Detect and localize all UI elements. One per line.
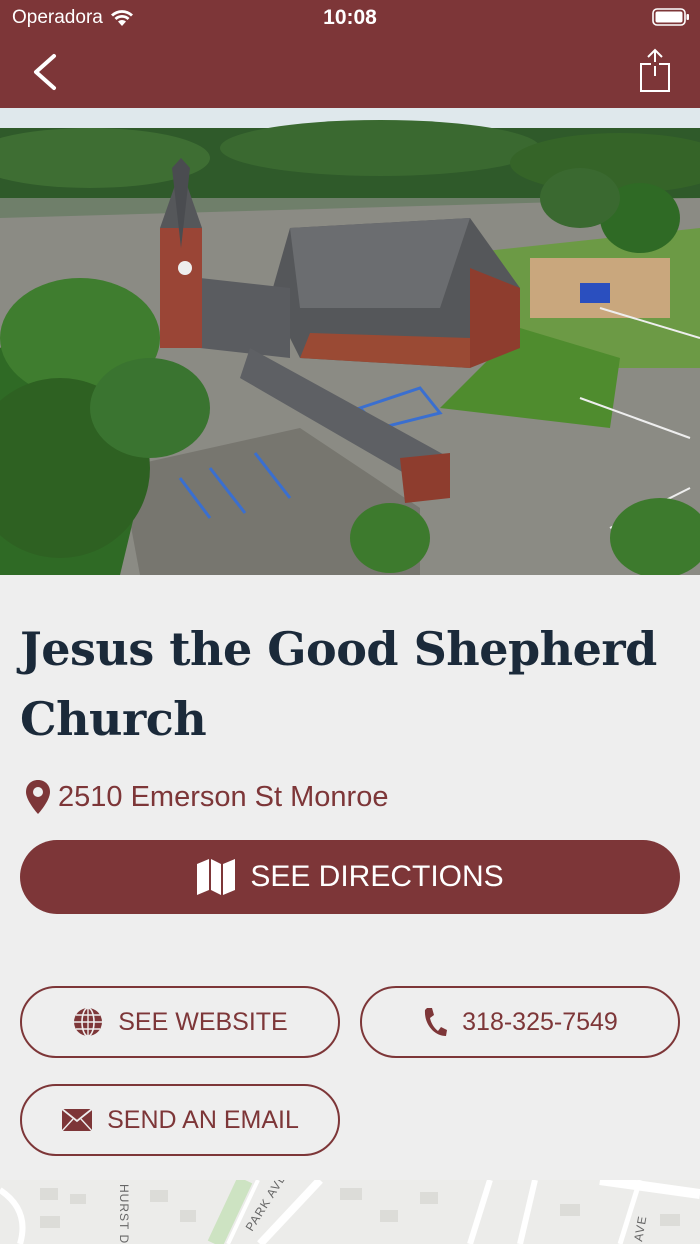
address-text: 2510 Emerson St Monroe: [58, 780, 389, 813]
share-button[interactable]: [638, 48, 672, 94]
map-label-hurst: HURST DR: [117, 1184, 131, 1244]
top-bar: Operadora 10:08: [0, 0, 700, 108]
church-aerial-photo: [0, 108, 700, 575]
phone-number: 318-325-7549: [462, 1007, 618, 1036]
see-directions-button[interactable]: SEE DIRECTIONS: [20, 840, 680, 914]
map-pin-icon: [26, 780, 50, 814]
map-preview[interactable]: HURST DR PARK AVE AVE: [0, 1180, 700, 1244]
battery-icon: [652, 8, 689, 26]
map-tiles: HURST DR PARK AVE AVE: [0, 1180, 700, 1244]
see-directions-label: SEE DIRECTIONS: [250, 860, 504, 893]
send-email-button[interactable]: SEND AN EMAIL: [20, 1084, 340, 1156]
status-time: 10:08: [323, 6, 377, 29]
phone-icon: [425, 1008, 448, 1036]
send-email-label: SEND AN EMAIL: [107, 1105, 299, 1134]
phone-button[interactable]: 318-325-7549: [360, 986, 680, 1058]
see-website-button[interactable]: SEE WEBSITE: [20, 986, 340, 1058]
envelope-icon: [61, 1108, 93, 1132]
back-button[interactable]: [26, 50, 66, 94]
church-name: Jesus the Good Shepherd Church: [20, 622, 657, 746]
globe-icon: [74, 1007, 103, 1037]
address-row: 2510 Emerson St Monroe: [24, 778, 388, 816]
see-website-label: SEE WEBSITE: [118, 1007, 288, 1036]
map-icon: [197, 859, 236, 895]
